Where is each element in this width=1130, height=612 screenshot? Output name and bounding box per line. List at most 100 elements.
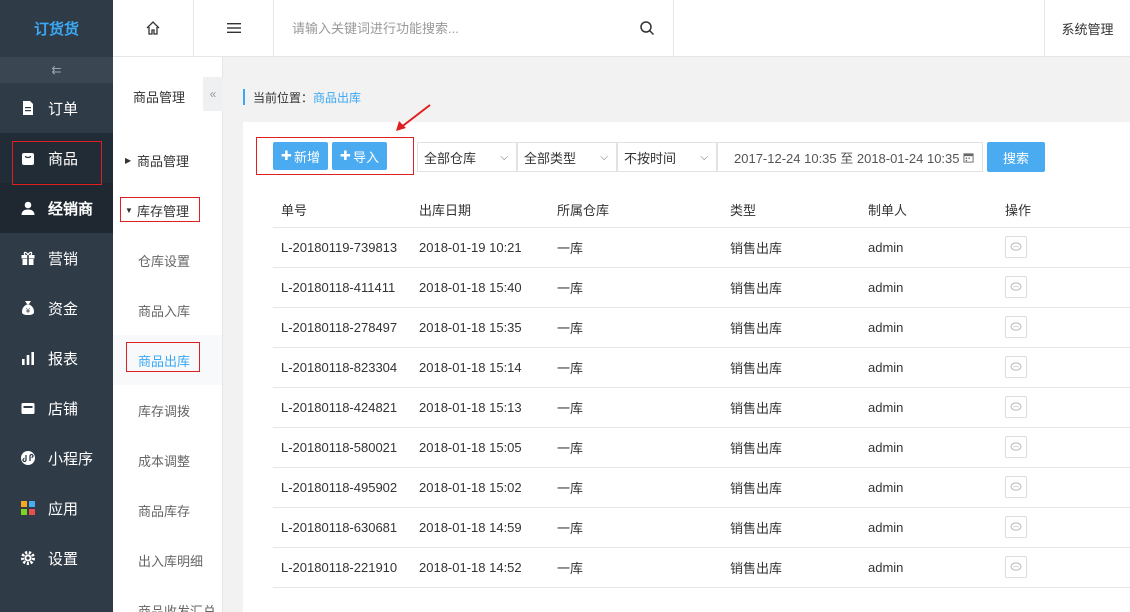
comment-icon[interactable]	[1005, 236, 1027, 258]
cell-warehouse: 一库	[549, 427, 722, 468]
time-select[interactable]: 不按时间 ⌵	[617, 142, 717, 172]
breadcrumb: 当前位置： 商品出库	[243, 89, 361, 105]
document-icon	[20, 100, 36, 116]
cell-warehouse: 一库	[549, 227, 722, 268]
date-range-value: 2017-12-24 10:35 至 2018-01-24 10:35	[734, 150, 960, 166]
cell-warehouse: 一库	[549, 307, 722, 348]
nav-item-products[interactable]: 商品	[0, 133, 113, 183]
subnav-collapse-button[interactable]: «	[203, 77, 223, 111]
cell-order-no: L-20180118-411411	[273, 267, 411, 308]
cell-actions	[997, 267, 1130, 308]
table-row[interactable]: L-20180119-739813 2018-01-19 10:21 一库 销售出库 a…	[273, 227, 1130, 268]
breadcrumb-current[interactable]: 商品出库	[313, 89, 361, 106]
cell-date: 2018-01-18 15:14	[411, 347, 549, 388]
money-icon: ¥	[20, 300, 36, 316]
subnav-item-transfer[interactable]: 库存调拨	[113, 385, 222, 435]
app-logo[interactable]: 订货货	[0, 0, 113, 57]
subnav-group-label: 商品管理	[137, 153, 190, 169]
cell-order-no: L-20180118-278497	[273, 307, 411, 348]
cell-order-no: L-20180118-580021	[273, 427, 411, 468]
miniapp-icon	[20, 450, 36, 466]
nav-item-orders[interactable]: 订单	[0, 83, 113, 133]
table-row[interactable]: L-20180118-823304 2018-01-18 15:14 一库 销售出库 a…	[273, 347, 1130, 388]
table-row[interactable]: L-20180118-411411 2018-01-18 15:40 一库 销售出库 a…	[273, 267, 1130, 308]
home-button[interactable]	[113, 0, 194, 56]
cell-actions	[997, 507, 1130, 548]
comment-icon[interactable]	[1005, 316, 1027, 338]
sidebar-collapse-button[interactable]: ⇇	[0, 57, 113, 83]
nav-item-settings[interactable]: 设置	[0, 533, 113, 583]
add-button-label: 新增	[293, 149, 320, 165]
subnav-item-summary[interactable]: 商品收发汇总	[113, 585, 222, 612]
cell-creator: admin	[860, 427, 997, 468]
svg-text:¥: ¥	[26, 307, 31, 315]
comment-icon[interactable]	[1005, 276, 1027, 298]
cell-order-no: L-20180118-823304	[273, 347, 411, 388]
nav-item-funds[interactable]: ¥ 资金	[0, 283, 113, 333]
cell-type: 销售出库	[722, 507, 860, 548]
search-button[interactable]: 搜索	[987, 142, 1045, 172]
cell-order-no: L-20180119-739813	[273, 227, 411, 268]
table-row[interactable]: L-20180118-221910 2018-01-18 14:52 一库 销售出库 a…	[273, 547, 1130, 588]
nav-item-label: 设置	[48, 550, 79, 568]
nav-item-marketing[interactable]: 营销	[0, 233, 113, 283]
subnav-item-stock[interactable]: 商品库存	[113, 485, 222, 535]
table-row[interactable]: L-20180118-278497 2018-01-18 15:35 一库 销售出库 a…	[273, 307, 1130, 348]
table-header-row: 单号 出库日期 所属仓库 类型 制单人 操作	[273, 192, 1130, 228]
cell-order-no: L-20180118-221910	[273, 547, 411, 588]
comment-icon[interactable]	[1005, 476, 1027, 498]
cell-warehouse: 一库	[549, 347, 722, 388]
main-content: 当前位置： 商品出库 ✚ 新增 ✚ 导入 全部仓库 ⌵ 全部类型 ⌵ 不按时间 …	[223, 57, 1130, 612]
function-search	[274, 0, 674, 56]
nav-item-apps[interactable]: 应用	[0, 483, 113, 533]
comment-icon[interactable]	[1005, 436, 1027, 458]
comment-icon[interactable]	[1005, 356, 1027, 378]
type-select[interactable]: 全部类型 ⌵	[517, 142, 617, 172]
cell-creator: admin	[860, 227, 997, 268]
bar-chart-icon	[20, 350, 36, 366]
cell-warehouse: 一库	[549, 387, 722, 428]
chevron-down-icon: ⌵	[700, 151, 708, 163]
menu-toggle-button[interactable]	[194, 0, 274, 56]
search-input[interactable]	[292, 20, 612, 36]
table-row[interactable]: L-20180118-495902 2018-01-18 15:02 一库 销售出库 a…	[273, 467, 1130, 508]
date-range-picker[interactable]: 2017-12-24 10:35 至 2018-01-24 10:35	[717, 142, 983, 172]
cell-actions	[997, 347, 1130, 388]
import-button[interactable]: ✚ 导入	[332, 142, 387, 170]
system-admin-link[interactable]: 系统管理	[1044, 0, 1130, 56]
table-row[interactable]: L-20180118-424821 2018-01-18 15:13 一库 销售出库 a…	[273, 387, 1130, 428]
breadcrumb-prefix: 当前位置：	[253, 90, 314, 105]
warehouse-select[interactable]: 全部仓库 ⌵	[417, 142, 517, 172]
subnav-item-cost-adjust[interactable]: 成本调整	[113, 435, 222, 485]
comment-icon[interactable]	[1005, 516, 1027, 538]
search-icon[interactable]	[639, 20, 655, 36]
caret-right-icon: ▶	[125, 155, 132, 165]
subnav-group-products[interactable]: ▶ 商品管理	[113, 135, 222, 185]
nav-item-label: 订单	[48, 100, 79, 118]
subnav-group-inventory[interactable]: ▼ 库存管理	[113, 185, 222, 235]
user-icon	[20, 200, 36, 216]
calendar-icon	[963, 152, 974, 163]
nav-item-reports[interactable]: 报表	[0, 333, 113, 383]
table-row[interactable]: L-20180118-630681 2018-01-18 14:59 一库 销售出库 a…	[273, 507, 1130, 548]
subnav-item-inout-detail[interactable]: 出入库明细	[113, 535, 222, 585]
cell-creator: admin	[860, 507, 997, 548]
subnav-item-stock-out[interactable]: 商品出库	[113, 335, 222, 385]
comment-icon[interactable]	[1005, 396, 1027, 418]
cell-type: 销售出库	[722, 307, 860, 348]
comment-icon[interactable]	[1005, 556, 1027, 578]
nav-item-miniapp[interactable]: 小程序	[0, 433, 113, 483]
cell-creator: admin	[860, 547, 997, 588]
table-row[interactable]: L-20180118-580021 2018-01-18 15:05 一库 销售出库 a…	[273, 427, 1130, 468]
cell-warehouse: 一库	[549, 267, 722, 308]
cell-date: 2018-01-19 10:21	[411, 227, 549, 268]
subnav-item-stock-in[interactable]: 商品入库	[113, 285, 222, 335]
hamburger-icon	[226, 23, 241, 33]
subnav-item-warehouse-settings[interactable]: 仓库设置	[113, 235, 222, 285]
apps-icon	[20, 500, 36, 516]
nav-item-dealers[interactable]: 经销商	[0, 183, 113, 233]
nav-item-shop[interactable]: 店铺	[0, 383, 113, 433]
cell-warehouse: 一库	[549, 467, 722, 508]
cell-creator: admin	[860, 467, 997, 508]
add-button[interactable]: ✚ 新增	[273, 142, 328, 170]
